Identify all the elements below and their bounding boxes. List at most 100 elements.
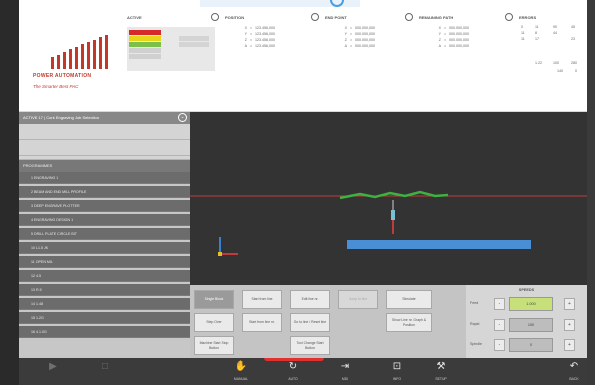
play-button[interactable]: ▶ [37,358,69,385]
manual-label: MANUAL [233,377,249,381]
programme-list-item[interactable]: 14 1.48 [19,298,190,310]
speed-title: SPEEDS [518,288,535,292]
toolpath-viewport[interactable] [190,112,587,285]
axis-label: Y [438,32,441,36]
errors-radio[interactable] [505,13,513,21]
jump-to-line-button[interactable]: Jump to line [338,290,378,309]
go-to-line-button[interactable]: Go to line / Reset line [290,313,330,332]
sidebar-empty-slot[interactable] [19,140,190,156]
start-from-line-button[interactable]: Start from line [242,290,282,309]
remaining-path-title: REMAINING PATH [419,15,454,20]
axis-value: 000.000,000 [449,32,469,36]
auto-label: AUTO [288,377,298,381]
toolpath-canvas[interactable] [190,112,587,285]
setup-button[interactable]: ⚒ SETUP [425,358,457,385]
spindle-value[interactable]: 0 [509,338,553,352]
rapid-increase-button[interactable]: + [564,319,575,331]
axis-label: Z [344,38,347,42]
programme-list-item[interactable]: 10 L1.5 JK [19,242,190,254]
step-over-button[interactable]: Step Over [194,313,234,332]
programmes-section-header: PROGRAMMES [19,160,190,172]
end-point-radio[interactable] [311,13,319,21]
position-title: POSITION [225,15,245,20]
error-cell: 44 [553,31,557,35]
feed-value[interactable]: 1.000 [509,297,553,311]
tool-change-start-button[interactable]: Tool Change Start Button [290,336,330,355]
programme-list-item[interactable]: 15 1.2G [19,312,190,324]
axis-value: 000.000,000 [449,44,469,48]
error-cell: 90 [553,25,557,29]
position-row: Y = 123.456,000 [225,32,295,36]
programme-list-item[interactable]: 11 OPEN MIL [19,256,190,268]
position-radio[interactable] [211,13,219,21]
mdi-label: MDI [341,377,349,381]
remaining-path-row: Z = 000.000,000 [419,38,489,42]
toolpath-trace [339,190,449,200]
axis-label: A [438,44,441,48]
active-row-grey [129,54,161,59]
feed-decrease-button[interactable]: - [494,298,505,310]
back-button[interactable]: ↶ BACK [561,358,587,385]
programme-list-item[interactable]: 2 BEAM AND END MILL PROFILE [19,186,190,198]
position-row: X = 123.456,000 [225,26,295,30]
error-cell: 17 [535,37,539,41]
programme-list-item[interactable]: 4 ENGRAVING DESIGN 1 [19,214,190,226]
show-line-graph-button[interactable]: Show Line nr. Graph & Position [386,313,432,332]
mdi-button[interactable]: ⇥ MDI [329,358,361,385]
programme-list-item[interactable]: 3 DEEP ENGRAVE PLOTTER [19,200,190,212]
manual-button[interactable]: ✋ MANUAL [225,358,257,385]
programme-list-item[interactable]: 12 4.5 [19,270,190,282]
sidebar-empty-slot[interactable] [19,124,190,140]
spindle-decrease-button[interactable]: - [494,339,505,351]
errors-title: ERRORS [519,15,537,20]
single-block-button[interactable]: Single Block [194,290,234,309]
chevron-down-icon[interactable]: ⌄ [178,113,187,122]
axis-label: X [244,26,247,30]
spindle-increase-button[interactable]: + [564,339,575,351]
feed-increase-button[interactable]: + [564,298,575,310]
info-button[interactable]: ⊡ INFO [381,358,413,385]
start-from-line-nr-button[interactable]: Start from line nr. [242,313,282,332]
error-cell: 1.22 [535,61,542,65]
speed-panel: SPEEDS Feed - 1.000 + Rapid - 100 + Spin… [466,285,587,358]
info-icon: ⊡ [392,361,402,372]
rapid-decrease-button[interactable]: - [494,319,505,331]
sidebar-header[interactable]: ACTIVE 17 | Cork Engraving Job Selection… [19,112,190,124]
mdi-icon: ⇥ [340,361,350,372]
axis-label: Y [344,32,347,36]
position-row: A = 123.456,000 [225,44,295,48]
programme-list-item[interactable]: 16 4.1.0G [19,326,190,338]
end-point-row: X = 000.000,000 [325,26,395,30]
programmes-section-title: PROGRAMMES [23,163,53,168]
right-window-frame [587,0,595,385]
back-label: BACK [569,377,579,381]
axis-label: A [344,44,347,48]
remaining-path-radio[interactable] [405,13,413,21]
axis-value: 123.456,000 [255,38,275,42]
active-row-grey [179,36,209,41]
programme-list-item[interactable]: 5 DRILL PLATE CIRCLE BIT [19,228,190,240]
stop-button[interactable]: □ [89,358,121,385]
end-point-title: END POINT [325,15,347,20]
error-cell: 11 [521,37,525,41]
programme-list-item[interactable]: 1 ENGRAVING 1 [19,172,190,184]
brand-tagline: The Smarter Best PAC [33,84,79,89]
simulate-button[interactable]: Simulate [386,290,432,309]
machine-rail-blue [347,240,531,249]
programme-list-item[interactable]: 13 R.5 [19,284,190,296]
active-block [127,27,215,71]
auto-button[interactable]: ↻ AUTO [277,358,309,385]
tools-icon: ⚒ [436,361,446,372]
error-cell: 45 [571,25,575,29]
setup-label: SETUP [435,377,447,381]
axis-value: 123.456,000 [255,26,275,30]
end-point-row: A = 000.000,000 [325,44,395,48]
rapid-value[interactable]: 100 [509,318,553,332]
machine-start-stop-button[interactable]: Machine Start Stop Button [194,336,234,355]
cycle-icon: ↻ [288,361,298,372]
edit-line-button[interactable]: Edit line nr. [290,290,330,309]
remaining-path-panel: REMAINING PATH X = 000.000,000 Y = 000.000,0… [419,7,511,107]
error-cell: 0 [575,69,577,73]
spindle-label: Spindle [470,342,482,346]
axis-value: 000.000,000 [355,32,375,36]
